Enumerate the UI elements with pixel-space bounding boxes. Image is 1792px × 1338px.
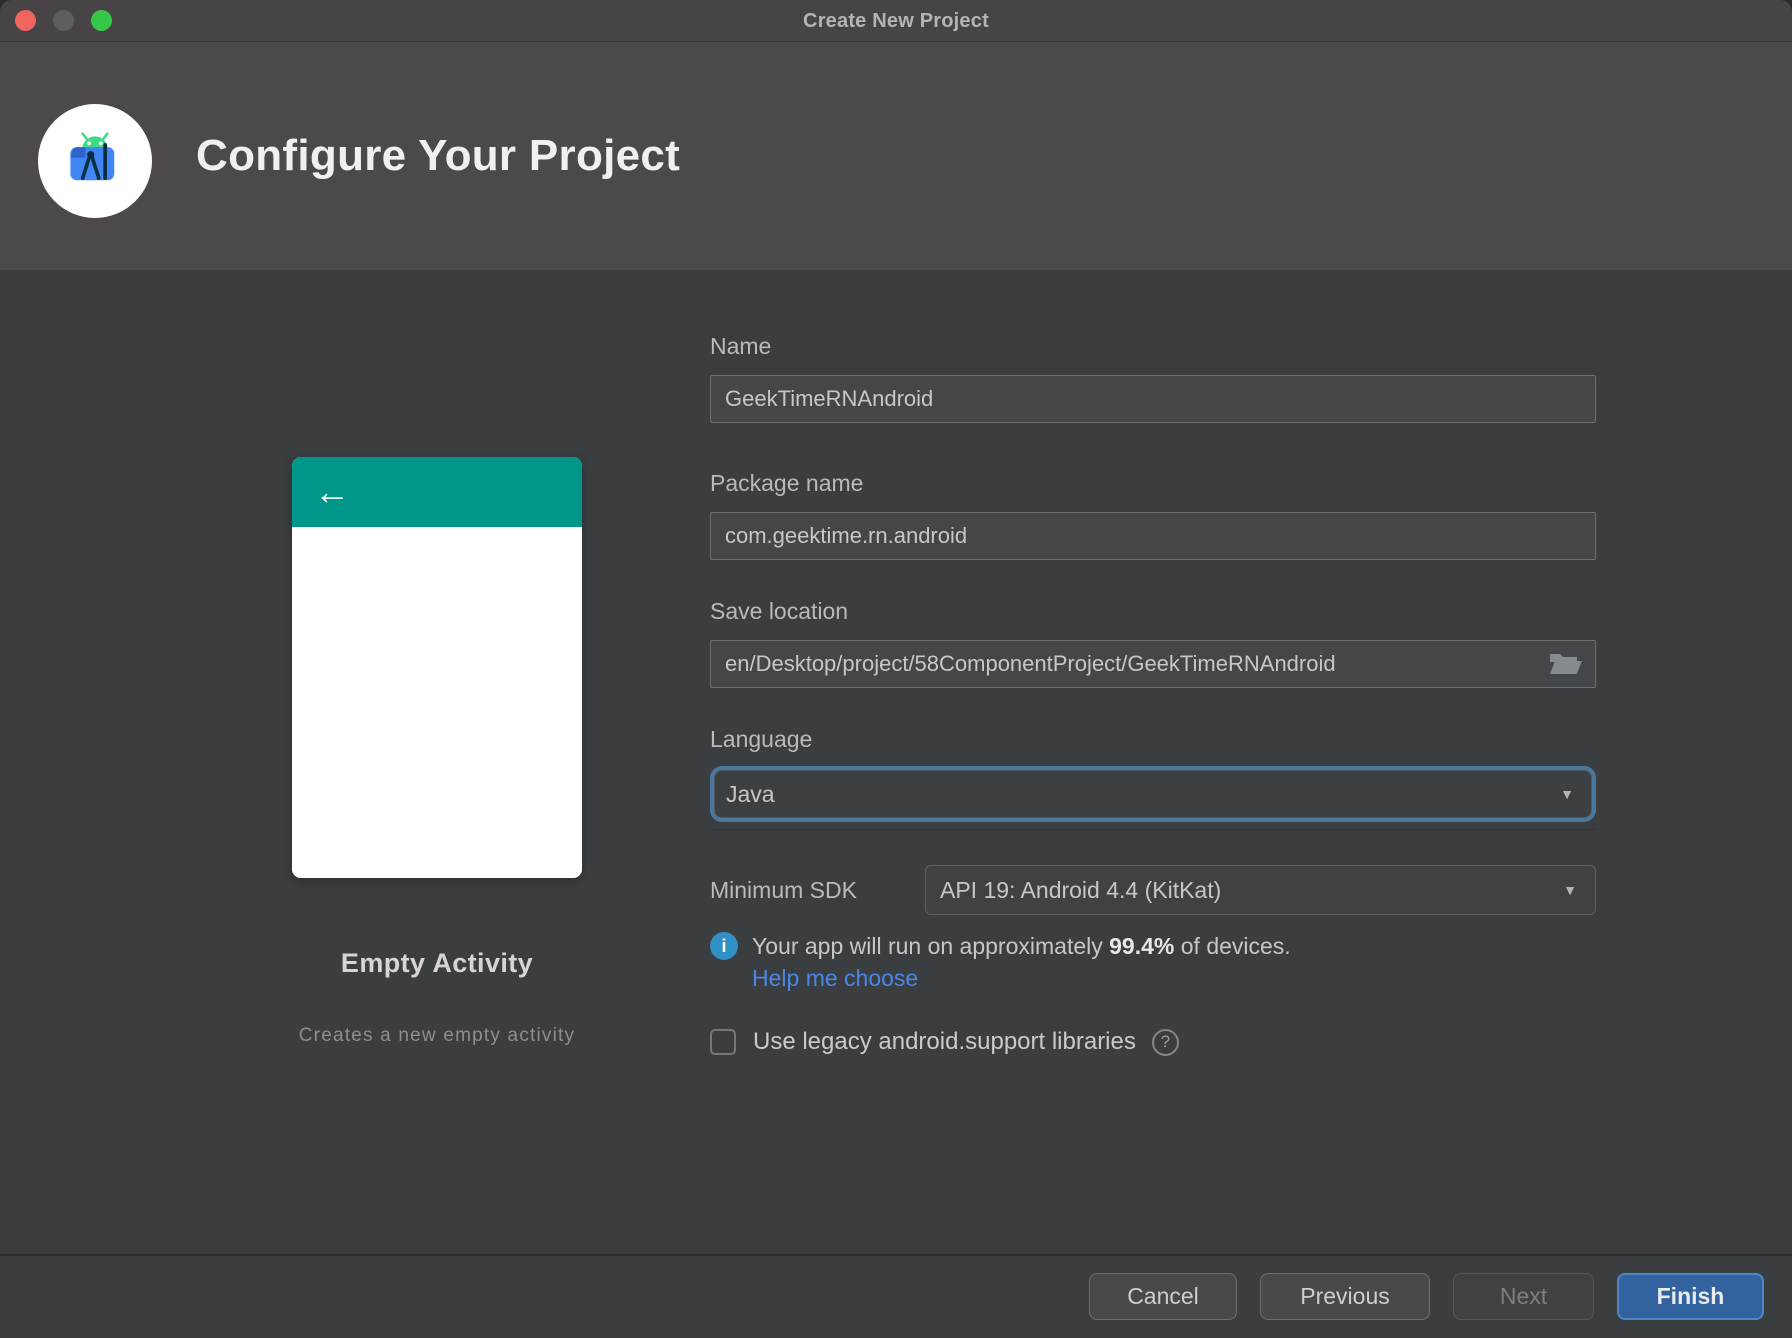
info-icon: i [710, 932, 738, 960]
save-location-label: Save location [710, 598, 849, 624]
preview-body [292, 527, 582, 878]
chevron-down-icon: ▼ [1560, 786, 1574, 802]
legacy-support-label: Use legacy android.support libraries [753, 1028, 1136, 1055]
cancel-button[interactable]: Cancel [1089, 1273, 1237, 1320]
legacy-support-checkbox[interactable] [710, 1029, 736, 1055]
package-name-input[interactable] [710, 512, 1596, 560]
chevron-down-icon: ▼ [1563, 882, 1577, 898]
help-question-icon[interactable]: ? [1151, 1028, 1179, 1056]
activity-preview-thumbnail: ← [292, 457, 582, 878]
titlebar: Create New Project [0, 0, 1792, 42]
previous-button[interactable]: Previous [1260, 1273, 1430, 1320]
help-me-choose-link[interactable]: Help me choose [752, 965, 918, 992]
back-arrow-icon: ← [314, 471, 350, 512]
minimum-sdk-select[interactable]: API 19: Android 4.4 (KitKat) ▼ [925, 865, 1596, 915]
language-label: Language [710, 726, 813, 752]
preview-appbar: ← [292, 457, 582, 527]
language-selected-value: Java [726, 780, 775, 807]
language-select[interactable]: Java ▼ [710, 766, 1596, 822]
template-name: Empty Activity [340, 948, 534, 978]
window-title: Create New Project [803, 9, 989, 32]
browse-folder-icon[interactable] [1548, 650, 1584, 678]
finish-button[interactable]: Finish [1617, 1273, 1764, 1320]
next-button: Next [1453, 1273, 1594, 1320]
save-location-input[interactable] [710, 640, 1596, 688]
content-area: ← Empty Activity Creates a new empty act… [0, 270, 1792, 1254]
package-name-label: Package name [710, 470, 864, 496]
template-description: Creates a new empty activity [298, 1025, 576, 1046]
name-label: Name [710, 333, 772, 359]
sdk-coverage-percent: 99.4% [1109, 933, 1175, 959]
project-name-input[interactable] [710, 375, 1596, 423]
wizard-header: Configure Your Project [0, 42, 1792, 270]
android-studio-logo-icon [38, 104, 152, 218]
page-title: Configure Your Project [196, 131, 681, 180]
minimum-sdk-label: Minimum SDK [710, 876, 857, 903]
dialog-footer: Cancel Previous Next Finish [0, 1254, 1792, 1337]
minimum-sdk-selected-value: API 19: Android 4.4 (KitKat) [940, 876, 1222, 903]
create-new-project-dialog: Create New Project Configure Your Projec… [0, 0, 1792, 1338]
template-panel: ← Empty Activity Creates a new empty act… [0, 270, 710, 1254]
section-divider [710, 829, 1596, 830]
project-config-form: Name Package name Save location Language… [710, 270, 1596, 1056]
sdk-coverage-text: Your app will run on approximately 99.4%… [752, 933, 1291, 959]
